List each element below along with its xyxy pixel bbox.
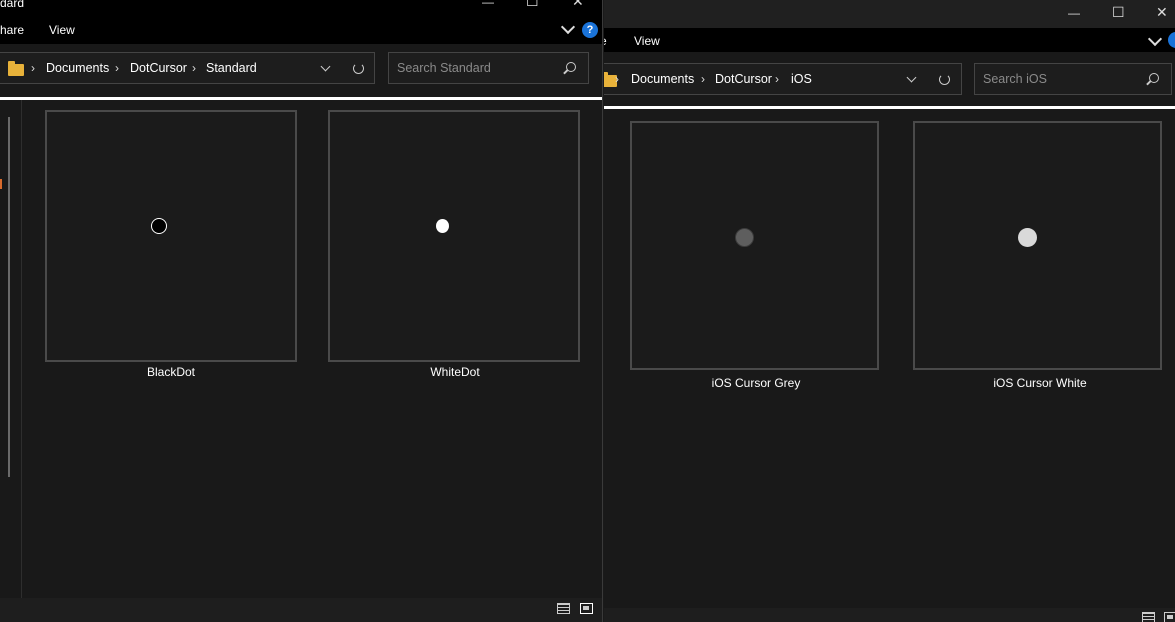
ribbon: hare View ? [0,16,602,44]
chevron-down-icon[interactable] [906,72,917,83]
chevron-right-icon: › [775,72,779,86]
breadcrumb-documents[interactable]: Documents [46,61,109,75]
explorer-window-standard: dard — ☐ ✕ hare View ? › Documents › Dot… [0,0,603,622]
file-label[interactable]: iOS Cursor Grey [626,376,886,390]
large-icons-view-icon[interactable] [580,603,593,614]
search-input[interactable]: Search Standard [388,52,589,84]
chevron-down-icon[interactable] [560,19,576,35]
minimize-icon[interactable]: — [1068,6,1080,20]
ribbon-item-share[interactable]: e [604,34,607,48]
maximize-icon[interactable]: ☐ [1112,5,1125,19]
address-bar[interactable]: › Documents › DotCursor › Standard [0,52,375,84]
address-bar[interactable]: › Documents › DotCursor › iOS [604,63,962,95]
search-placeholder: Search iOS [983,72,1047,86]
refresh-icon[interactable] [939,74,950,85]
help-icon[interactable] [1168,32,1175,48]
file-tile-ios-cursor-grey[interactable] [630,121,879,370]
breadcrumb-documents[interactable]: Documents [631,72,694,86]
file-tile-ios-cursor-white[interactable] [913,121,1162,370]
breadcrumb-standard[interactable]: Standard [206,61,257,75]
close-icon[interactable]: ✕ [1156,5,1168,19]
nav-pane-marker [0,179,2,189]
help-icon[interactable]: ? [582,22,598,38]
breadcrumb-ios[interactable]: iOS [791,72,812,86]
title-bar: — ☐ ✕ [604,0,1175,28]
chevron-right-icon: › [192,61,196,75]
search-icon[interactable] [566,62,576,72]
status-bar [604,608,1175,622]
ribbon-item-view[interactable]: View [634,34,660,48]
ribbon-item-view[interactable]: View [49,23,75,37]
refresh-icon[interactable] [353,63,364,74]
breadcrumb-dotcursor[interactable]: DotCursor [715,72,772,86]
cursor-dot-white [436,219,449,233]
nav-pane-splitter[interactable] [21,100,22,598]
explorer-window-ios: — ☐ ✕ e View › Documents › DotCursor › i… [604,0,1175,622]
chevron-down-icon[interactable] [1147,31,1163,47]
search-icon[interactable] [1149,73,1159,83]
details-view-icon[interactable] [557,603,570,614]
maximize-icon[interactable]: ☐ [526,0,539,8]
cursor-dot-white [1018,228,1037,247]
chevron-down-icon[interactable] [320,61,331,72]
divider [604,106,1175,109]
minimize-icon[interactable]: — [482,0,494,9]
chevron-right-icon: › [615,72,619,86]
chevron-right-icon: › [701,72,705,86]
ribbon-item-share[interactable]: hare [0,23,24,37]
cursor-dot-grey [735,228,754,247]
close-icon[interactable]: ✕ [572,0,584,8]
details-view-icon[interactable] [1142,612,1155,622]
breadcrumb-dotcursor[interactable]: DotCursor [130,61,187,75]
folder-icon [8,61,24,76]
file-label[interactable]: BlackDot [41,365,301,379]
file-label[interactable]: WhiteDot [325,365,585,379]
search-placeholder: Search Standard [397,61,491,75]
title-bar: dard — ☐ ✕ [0,0,602,16]
search-input[interactable]: Search iOS [974,63,1172,95]
status-bar [0,598,602,622]
nav-pane-scrollbar[interactable] [8,117,10,477]
chevron-right-icon: › [31,61,35,75]
ribbon: e View [604,28,1175,52]
chevron-right-icon: › [115,61,119,75]
file-label[interactable]: iOS Cursor White [910,376,1170,390]
file-tile-blackdot[interactable] [45,110,297,362]
file-tile-whitedot[interactable] [328,110,580,362]
divider [0,97,602,100]
cursor-dot-black [151,218,167,234]
large-icons-view-icon[interactable] [1164,612,1175,622]
window-title: dard [0,0,25,10]
